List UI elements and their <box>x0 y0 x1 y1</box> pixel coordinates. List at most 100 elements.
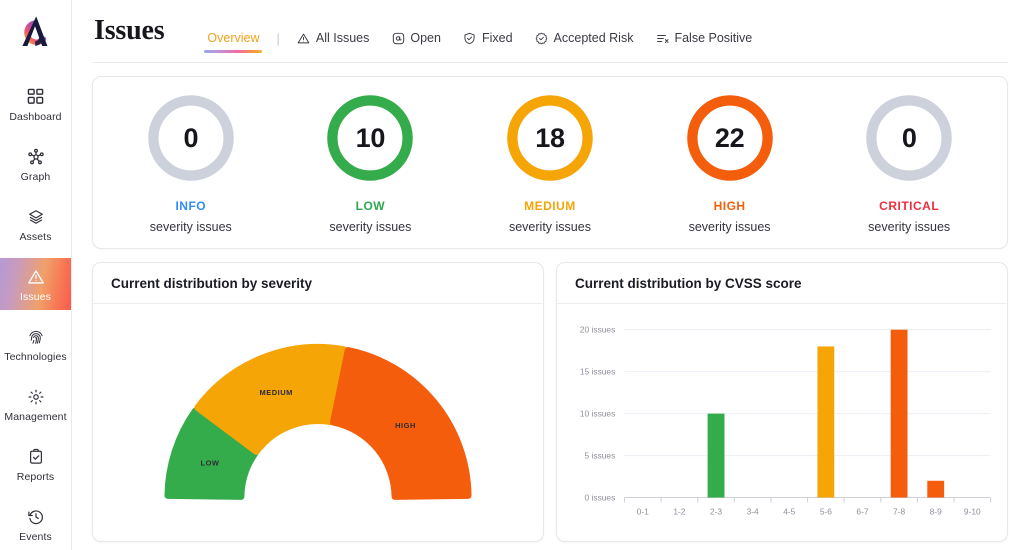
y-axis-tick-label: 15 issues <box>580 368 615 377</box>
sidebar-item-issues[interactable]: Issues <box>0 258 71 310</box>
clock-history-icon <box>25 506 47 528</box>
y-axis-tick-label: 10 issues <box>580 410 615 419</box>
gauge-segment-label: HIGH <box>395 421 416 430</box>
bar-5-6[interactable] <box>817 346 834 497</box>
app-root: Dashboard Graph <box>0 0 1024 550</box>
app-logo[interactable] <box>0 0 71 62</box>
donut-medium: 18 <box>503 91 597 185</box>
kpi-sublabel: severity issues <box>150 220 232 234</box>
kpi-sublabel: severity issues <box>329 220 411 234</box>
kpi-medium[interactable]: 18 MEDIUM severity issues <box>465 91 635 234</box>
clipboard-check-icon <box>25 446 47 468</box>
x-axis-tick-label: 6-7 <box>856 507 869 516</box>
tab-overview[interactable]: Overview <box>196 17 270 59</box>
at-circle-icon <box>391 31 405 45</box>
filter-x-icon <box>655 31 669 45</box>
donut-low: 10 <box>323 91 417 185</box>
issues-tabs: Overview | All Issues <box>196 0 763 62</box>
sidebar: Dashboard Graph <box>0 0 72 550</box>
x-axis-tick-label: 3-4 <box>747 507 760 516</box>
sidebar-item-label: Dashboard <box>9 111 61 123</box>
x-axis-tick-label: 9-10 <box>964 507 981 516</box>
donut-critical: 0 <box>862 91 956 185</box>
page-title: Issues <box>94 17 164 45</box>
sidebar-item-reports[interactable]: Reports <box>0 438 71 490</box>
sidebar-item-label: Assets <box>19 231 51 243</box>
kpi-label: CRITICAL <box>879 199 939 213</box>
cvss-bar-chart: 0 issues5 issues10 issues15 issues20 iss… <box>557 304 1007 541</box>
severity-distribution-card: Current distribution by severity LOW MEDI… <box>92 262 544 542</box>
x-axis-tick-label: 8-9 <box>930 507 943 516</box>
gauge-segment-label: MEDIUM <box>259 388 292 397</box>
badge-check-icon <box>535 31 549 45</box>
sidebar-item-label: Management <box>4 411 66 423</box>
tab-open[interactable]: Open <box>380 17 452 59</box>
x-axis-tick-label: 4-5 <box>783 507 796 516</box>
x-axis-tick-label: 1-2 <box>673 507 686 516</box>
kpi-label: LOW <box>356 199 386 213</box>
main-content: Issues Overview | All Issues <box>72 0 1024 550</box>
x-axis-tick-label: 7-8 <box>893 507 906 516</box>
kpi-value: 0 <box>902 125 917 152</box>
sidebar-item-management[interactable]: Management <box>0 378 71 430</box>
tab-false-positive[interactable]: False Positive <box>644 17 763 59</box>
kpi-info[interactable]: 0 INFO severity issues <box>106 91 276 234</box>
gear-icon <box>25 386 47 408</box>
network-icon <box>25 146 47 168</box>
tab-label: Open <box>410 31 441 45</box>
sidebar-item-label: Events <box>19 531 52 543</box>
kpi-sublabel: severity issues <box>689 220 771 234</box>
kpi-label: INFO <box>175 199 206 213</box>
sidebar-nav: Dashboard Graph <box>0 62 71 550</box>
tab-label: All Issues <box>316 31 370 45</box>
tab-label: Fixed <box>482 31 513 45</box>
charts-row: Current distribution by severity LOW MEDI… <box>92 262 1008 550</box>
card-title: Current distribution by CVSS score <box>557 263 1007 304</box>
x-axis-tick-label: 5-6 <box>820 507 833 516</box>
sidebar-item-technologies[interactable]: Technologies <box>0 318 71 370</box>
kpi-sublabel: severity issues <box>868 220 950 234</box>
tab-accepted-risk[interactable]: Accepted Risk <box>524 17 645 59</box>
bar-8-9[interactable] <box>927 481 944 498</box>
layers-icon <box>25 206 47 228</box>
kpi-high[interactable]: 22 HIGH severity issues <box>645 91 815 234</box>
sidebar-item-label: Graph <box>21 171 51 183</box>
cvss-distribution-card: Current distribution by CVSS score 0 iss… <box>556 262 1008 542</box>
tab-fixed[interactable]: Fixed <box>452 17 524 59</box>
warning-triangle-icon <box>297 31 311 45</box>
severity-gauge-chart: LOW MEDIUM HIGH <box>93 304 543 541</box>
sidebar-item-assets[interactable]: Assets <box>0 198 71 250</box>
kpi-sublabel: severity issues <box>509 220 591 234</box>
sidebar-item-graph[interactable]: Graph <box>0 138 71 190</box>
kpi-value: 22 <box>715 125 744 152</box>
x-axis-tick-label: 2-3 <box>710 507 723 516</box>
tab-all-issues[interactable]: All Issues <box>286 17 381 59</box>
donut-high: 22 <box>683 91 777 185</box>
kpi-critical[interactable]: 0 CRITICAL severity issues <box>824 91 994 234</box>
grid-icon <box>25 86 47 108</box>
gauge-segment-label: LOW <box>201 458 220 467</box>
kpi-low[interactable]: 10 LOW severity issues <box>285 91 455 234</box>
fingerprint-icon <box>25 326 47 348</box>
sidebar-item-dashboard[interactable]: Dashboard <box>0 78 71 130</box>
card-title: Current distribution by severity <box>93 263 543 304</box>
kpi-label: MEDIUM <box>524 199 576 213</box>
sidebar-item-events[interactable]: Events <box>0 498 71 550</box>
tab-label: Overview <box>207 31 259 45</box>
y-axis-tick-label: 20 issues <box>580 326 615 335</box>
tab-label: False Positive <box>674 31 752 45</box>
warning-triangle-icon <box>25 266 47 288</box>
y-axis-tick-label: 0 issues <box>585 494 616 503</box>
donut-info: 0 <box>144 91 238 185</box>
severity-summary-card: 0 INFO severity issues 10 LOW severity i… <box>92 76 1008 249</box>
shield-check-icon <box>463 31 477 45</box>
kpi-value: 0 <box>183 125 198 152</box>
bar-2-3[interactable] <box>708 414 725 498</box>
tab-separator: | <box>270 31 285 46</box>
x-axis-tick-label: 0-1 <box>637 507 650 516</box>
bar-7-8[interactable] <box>891 330 908 498</box>
kpi-value: 10 <box>356 125 385 152</box>
tab-label: Accepted Risk <box>554 31 634 45</box>
sidebar-item-label: Technologies <box>4 351 67 363</box>
kpi-label: HIGH <box>714 199 746 213</box>
